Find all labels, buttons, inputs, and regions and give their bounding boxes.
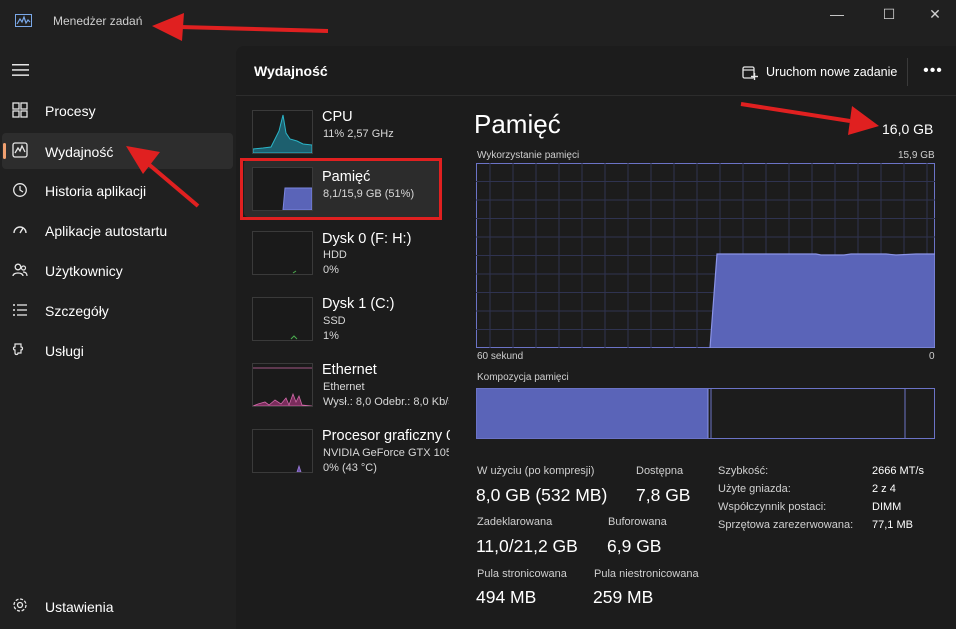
device-subtitle: Wysł.: 8,0 Odebr.: 8,0 Kb/s xyxy=(323,396,449,408)
device-subtitle: NVIDIA GeForce GTX 1050 xyxy=(323,447,449,459)
stat-available-value: 7,8 GB xyxy=(636,485,691,505)
startup-icon xyxy=(11,222,29,240)
stat-available-label: Dostępna xyxy=(636,465,684,477)
sidebar-item-ustawienia[interactable]: Ustawienia xyxy=(0,588,234,624)
sidebar-item-label: Wydajność xyxy=(45,144,114,160)
grid-icon xyxy=(11,102,29,120)
stat-nonpaged-label: Pula niestronicowana xyxy=(594,568,699,580)
device-title: CPU xyxy=(322,109,353,125)
maximize-button[interactable]: ☐ xyxy=(878,6,900,22)
title-bar xyxy=(0,0,956,46)
active-indicator xyxy=(3,143,6,159)
sidebar-item-label: Aplikacje autostartu xyxy=(45,223,168,239)
disk0-thumbnail xyxy=(252,231,313,275)
usage-chart-label: Wykorzystanie pamięci xyxy=(477,150,580,161)
stat-cached-label: Buforowana xyxy=(608,516,667,528)
device-title: Dysk 1 (C:) xyxy=(322,296,395,312)
stat-in-use-value: 8,0 GB (532 MB) xyxy=(476,485,608,505)
spec-form-factor-label: Współczynnik postaci: xyxy=(718,501,827,513)
spec-reserved-label: Sprzętowa zarezerwowana: xyxy=(718,519,854,531)
device-subtitle: SSD xyxy=(323,315,346,327)
device-title: Procesor graficzny 0 xyxy=(322,428,450,444)
sidebar-item-uslugi[interactable]: Usługi xyxy=(0,333,234,369)
gpu-thumbnail xyxy=(252,429,313,473)
spec-form-factor-value: DIMM xyxy=(872,501,902,513)
cpu-thumbnail xyxy=(252,110,313,154)
sidebar-item-autostart[interactable]: Aplikacje autostartu xyxy=(0,213,234,249)
stat-cached-value: 6,9 GB xyxy=(607,536,662,556)
sidebar-item-historia[interactable]: Historia aplikacji xyxy=(0,173,234,209)
stat-paged-label: Pula stronicowana xyxy=(477,568,567,580)
users-icon xyxy=(11,262,29,280)
services-icon xyxy=(11,342,29,360)
stat-committed-label: Zadeklarowana xyxy=(477,516,553,528)
usage-chart-max: 15,9 GB xyxy=(898,150,935,161)
device-subtitle: 0% xyxy=(323,264,339,276)
disk1-thumbnail xyxy=(252,297,313,341)
composition-label: Kompozycja pamięci xyxy=(477,372,569,383)
device-subtitle: HDD xyxy=(323,249,347,261)
more-options-button[interactable]: ••• xyxy=(922,62,944,79)
sidebar-item-uzytkownicy[interactable]: Użytkownicy xyxy=(0,253,234,289)
memory-total: 16,0 GB xyxy=(882,121,934,137)
spec-slots-value: 2 z 4 xyxy=(872,483,896,495)
chart-axis-left-label: 60 sekund xyxy=(477,351,524,362)
sidebar-item-label: Ustawienia xyxy=(45,599,114,615)
history-icon xyxy=(11,182,29,200)
device-title: Dysk 0 (F: H:) xyxy=(322,231,412,247)
memory-usage-chart xyxy=(476,163,935,348)
sidebar-item-label: Szczegóły xyxy=(45,303,109,319)
device-subtitle: 1% xyxy=(323,330,339,342)
spec-slots-label: Użyte gniazda: xyxy=(718,483,791,495)
memory-composition-bar xyxy=(476,388,935,439)
chart-axis-right-label: 0 xyxy=(929,351,935,362)
spec-speed-label: Szybkość: xyxy=(718,465,769,477)
stat-in-use-label: W użyciu (po kompresji) xyxy=(477,465,595,477)
sidebar-item-procesy[interactable]: Procesy xyxy=(0,93,234,129)
spec-reserved-value: 77,1 MB xyxy=(872,519,913,531)
performance-icon xyxy=(11,142,29,160)
detail-title: Pamięć xyxy=(474,109,561,139)
stat-committed-value: 11,0/21,2 GB xyxy=(476,536,578,556)
sidebar-item-label: Usługi xyxy=(45,343,84,359)
run-new-task-icon[interactable] xyxy=(742,64,758,80)
run-new-task-button[interactable]: Uruchom nowe zadanie xyxy=(766,65,897,79)
sidebar-item-wydajnosc[interactable]: Wydajność xyxy=(2,133,233,169)
page-title: Wydajność xyxy=(254,63,328,79)
sidebar-item-label: Historia aplikacji xyxy=(45,183,147,199)
hamburger-menu-icon[interactable] xyxy=(12,63,29,77)
task-manager-icon xyxy=(15,14,32,27)
stat-nonpaged-value: 259 MB xyxy=(593,587,654,607)
close-button[interactable]: ✕ xyxy=(924,6,946,22)
device-subtitle: Ethernet xyxy=(323,381,365,393)
annotation-highlight-box xyxy=(240,158,442,220)
header-divider xyxy=(907,58,908,86)
stat-paged-value: 494 MB xyxy=(476,587,537,607)
sidebar-item-label: Użytkownicy xyxy=(45,263,123,279)
spec-speed-value: 2666 MT/s xyxy=(872,465,924,477)
gear-icon xyxy=(11,597,29,615)
window-title: Menedżer zadań xyxy=(53,14,143,28)
sidebar-item-label: Procesy xyxy=(45,103,96,119)
minimize-button[interactable]: — xyxy=(826,6,848,22)
device-subtitle: 11% 2,57 GHz xyxy=(323,128,394,140)
device-title: Ethernet xyxy=(322,362,377,378)
ethernet-thumbnail xyxy=(252,363,313,407)
device-subtitle: 0% (43 °C) xyxy=(323,462,377,474)
sidebar-item-szczegoly[interactable]: Szczegóły xyxy=(0,293,234,329)
details-icon xyxy=(11,302,29,320)
